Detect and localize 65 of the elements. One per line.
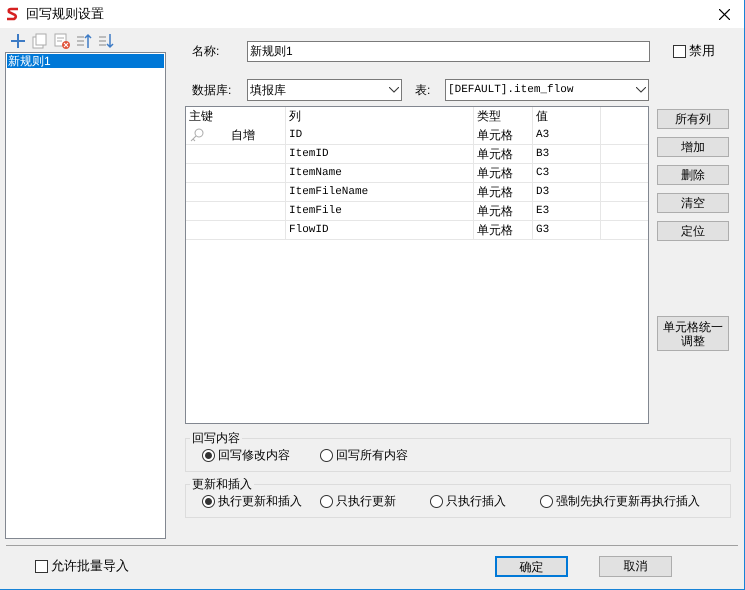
table-cell: C3 bbox=[533, 164, 601, 182]
radio-button[interactable] bbox=[540, 494, 553, 508]
column-header: 主键 bbox=[186, 107, 286, 126]
radio-label: 只执行插入 bbox=[446, 493, 506, 510]
table-cell: ItemFile bbox=[286, 202, 474, 220]
side-button[interactable]: 所有列 bbox=[657, 109, 729, 129]
dialog-button[interactable]: 确定 bbox=[495, 556, 568, 576]
chevron-down-icon bbox=[636, 87, 646, 93]
radio-button[interactable] bbox=[430, 494, 443, 508]
name-label: 名称: bbox=[191, 43, 220, 60]
radio-button[interactable] bbox=[202, 494, 215, 508]
auto-increment-label: 自增 bbox=[231, 127, 255, 144]
delete-icon[interactable] bbox=[53, 32, 71, 50]
table-cell: ItemFileName bbox=[286, 183, 474, 201]
chevron-down-icon bbox=[389, 87, 399, 93]
name-field[interactable]: 新规则1 bbox=[247, 40, 650, 62]
table-cell: 单元格 bbox=[474, 145, 533, 163]
side-button[interactable]: 增加 bbox=[657, 137, 729, 157]
database-dropdown[interactable]: 填报库 bbox=[247, 79, 402, 101]
radio-button[interactable] bbox=[320, 448, 333, 462]
side-button[interactable]: 删除 bbox=[657, 165, 729, 185]
close-icon[interactable] bbox=[719, 8, 730, 20]
radio-button[interactable] bbox=[320, 494, 333, 508]
table-cell: B3 bbox=[533, 145, 601, 163]
window-title: 回写规则设置 bbox=[26, 5, 104, 24]
table-cell: G3 bbox=[533, 221, 601, 239]
column-header: 列 bbox=[286, 107, 474, 126]
move-up-icon[interactable] bbox=[75, 32, 93, 50]
radio-label: 只执行更新 bbox=[336, 493, 396, 510]
batch-import-label: 允许批量导入 bbox=[51, 557, 129, 576]
rule-item[interactable]: 新规则1 bbox=[7, 54, 164, 68]
move-down-icon[interactable] bbox=[97, 32, 115, 50]
table-cell: D3 bbox=[533, 183, 601, 201]
table-dropdown[interactable]: [DEFAULT].item_flow bbox=[445, 79, 649, 101]
table-label: 表: bbox=[415, 82, 432, 99]
dialog-button[interactable]: 取消 bbox=[599, 556, 672, 576]
column-header: 类型 bbox=[474, 107, 533, 126]
checkbox[interactable] bbox=[673, 44, 686, 58]
table-cell: ID bbox=[286, 126, 474, 144]
app-logo-icon bbox=[6, 7, 20, 21]
database-label: 数据库: bbox=[191, 82, 232, 99]
table-cell: FlowID bbox=[286, 221, 474, 239]
checkbox[interactable] bbox=[35, 560, 48, 572]
table-cell: 单元格 bbox=[474, 183, 533, 201]
table-cell: ItemName bbox=[286, 164, 474, 182]
table-cell: 单元格 bbox=[474, 126, 533, 144]
group-title: 更新和插入 bbox=[190, 475, 254, 493]
adjust-button[interactable]: 单元格统一调整 bbox=[657, 316, 729, 351]
radio-label: 强制先执行更新再执行插入 bbox=[556, 493, 700, 510]
table-cell: 单元格 bbox=[474, 221, 533, 239]
plus-icon[interactable] bbox=[9, 32, 27, 50]
side-button[interactable]: 定位 bbox=[657, 221, 729, 241]
table-cell: 单元格 bbox=[474, 164, 533, 182]
radio-label: 回写所有内容 bbox=[336, 447, 408, 464]
radio-label: 回写修改内容 bbox=[218, 447, 290, 464]
side-button[interactable]: 清空 bbox=[657, 193, 729, 213]
disable-label: 禁用 bbox=[689, 42, 715, 60]
radio-label: 执行更新和插入 bbox=[218, 493, 302, 510]
group-title: 回写内容 bbox=[190, 429, 242, 447]
table-cell: A3 bbox=[533, 126, 601, 144]
table-cell: E3 bbox=[533, 202, 601, 220]
table-cell: ItemID bbox=[286, 145, 474, 163]
column-header: 值 bbox=[533, 107, 601, 126]
radio-button[interactable] bbox=[202, 448, 215, 462]
table-cell: 单元格 bbox=[474, 202, 533, 220]
